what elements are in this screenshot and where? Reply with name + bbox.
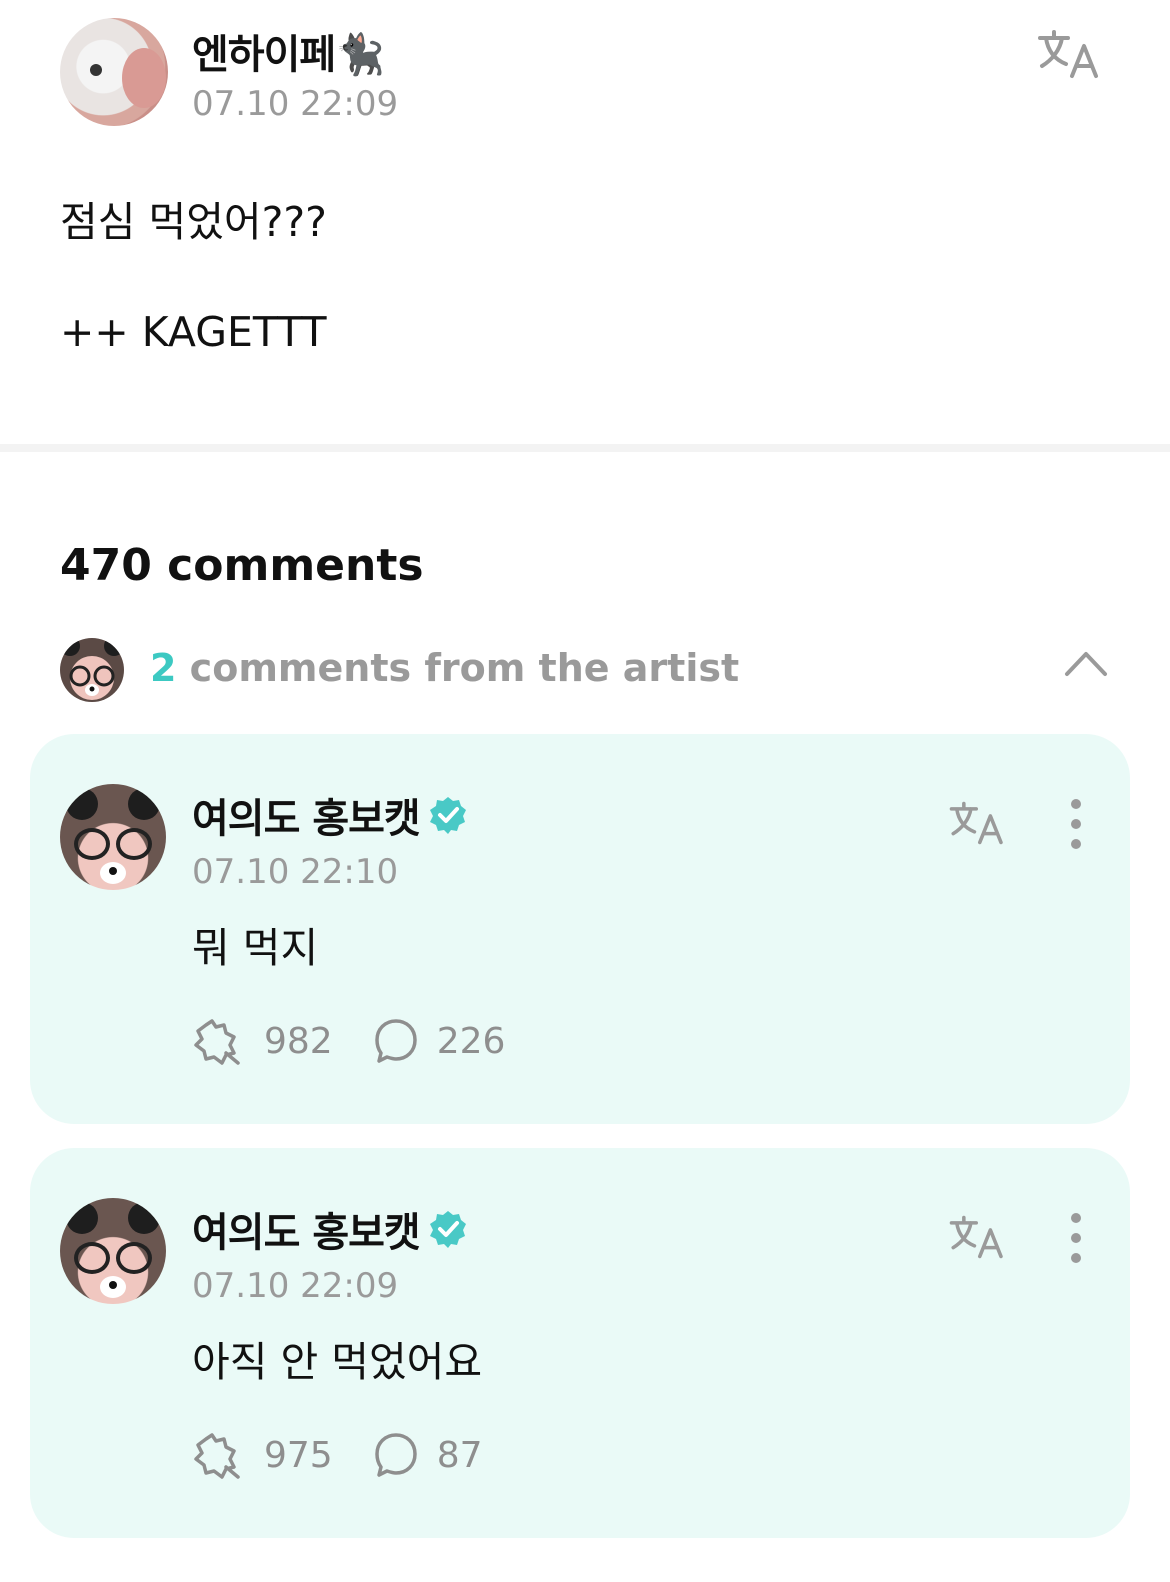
- translate-icon[interactable]: [948, 800, 1008, 846]
- comment-text: 뭐 먹지: [192, 924, 319, 972]
- verified-badge-icon: [429, 1211, 466, 1248]
- artist-comments-label: 2 comments from the artist: [150, 646, 740, 690]
- chevron-up-icon[interactable]: [1064, 648, 1108, 678]
- like-icon[interactable]: [192, 1017, 246, 1065]
- artist-name[interactable]: 여의도 홍보캣: [192, 786, 468, 844]
- post-timestamp: 07.10 22:09: [192, 84, 399, 124]
- more-options-icon[interactable]: [1066, 1212, 1086, 1264]
- reply-icon[interactable]: [373, 1017, 419, 1065]
- section-divider: [0, 444, 1170, 452]
- like-count: 982: [264, 1020, 333, 1062]
- artist-avatar[interactable]: [60, 784, 166, 890]
- artist-avatar-mini: [60, 638, 124, 702]
- reply-count: 87: [436, 1434, 483, 1476]
- reply-count: 226: [436, 1020, 506, 1062]
- verified-badge-icon: [429, 797, 466, 834]
- comment-timestamp: 07.10 22:10: [192, 852, 399, 892]
- comment-timestamp: 07.10 22:09: [192, 1266, 399, 1306]
- more-options-icon[interactable]: [1066, 798, 1086, 850]
- comment-actions: 975 87: [192, 1430, 523, 1480]
- comment-text: 아직 안 먹었어요: [192, 1338, 483, 1386]
- post-body-line-1: 점심 먹었어???: [60, 198, 327, 246]
- artist-comment-card: 여의도 홍보캣 07.10 22:09 아직 안 먹었어요 975 87: [30, 1148, 1130, 1538]
- translate-icon[interactable]: [1038, 28, 1102, 80]
- post-author-avatar[interactable]: [60, 18, 168, 126]
- post-body-line-2: ++ KAGETTT: [60, 308, 327, 356]
- artist-comments-toggle[interactable]: 2 comments from the artist: [60, 636, 1110, 702]
- post-author-name[interactable]: 엔하이페🐈‍⬛: [192, 22, 385, 80]
- translate-icon[interactable]: [948, 1214, 1008, 1260]
- artist-avatar[interactable]: [60, 1198, 166, 1304]
- like-count: 975: [264, 1434, 333, 1476]
- comment-actions: 982 226: [192, 1016, 545, 1066]
- like-icon[interactable]: [192, 1431, 246, 1479]
- comments-count: 470 comments: [60, 540, 424, 591]
- reply-icon[interactable]: [373, 1431, 419, 1479]
- artist-name[interactable]: 여의도 홍보캣: [192, 1200, 468, 1258]
- artist-comment-card: 여의도 홍보캣 07.10 22:10 뭐 먹지 982 226: [30, 734, 1130, 1124]
